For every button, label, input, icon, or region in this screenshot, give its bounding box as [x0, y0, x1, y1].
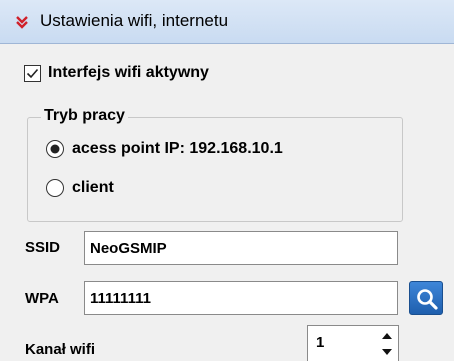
channel-spinner[interactable]: 1 [307, 325, 399, 361]
mode-group-frame [27, 117, 403, 222]
magnifier-icon [417, 289, 438, 310]
mode-group-legend: Tryb pracy [41, 107, 128, 125]
radio-client[interactable] [45, 178, 65, 198]
radio-access-point-label: acess point IP: 192.168.10.1 [72, 140, 283, 157]
channel-value: 1 [316, 334, 325, 351]
ssid-label: SSID [25, 239, 61, 256]
radio-client-label: client [72, 179, 114, 196]
radio-access-point[interactable] [45, 139, 65, 159]
section-header[interactable]: Ustawienia wifi, internetu [0, 0, 454, 44]
spinner-down-arrow-icon[interactable] [380, 347, 394, 357]
double-chevron-down-icon [16, 16, 28, 29]
section-title: Ustawienia wifi, internetu [40, 11, 229, 30]
wpa-input[interactable] [84, 281, 398, 315]
wpa-label: WPA [25, 290, 59, 307]
ssid-input[interactable] [84, 231, 398, 265]
checkbox-box[interactable] [24, 65, 41, 82]
wifi-enabled-label: Interfejs wifi aktywny [48, 64, 209, 81]
search-button[interactable] [409, 281, 443, 315]
wifi-settings-panel: Ustawienia wifi, internetu Interfejs wif… [0, 0, 454, 361]
check-icon [26, 68, 39, 79]
channel-label: Kanał wifi [25, 341, 96, 358]
spinner-up-arrow-icon[interactable] [380, 331, 394, 341]
